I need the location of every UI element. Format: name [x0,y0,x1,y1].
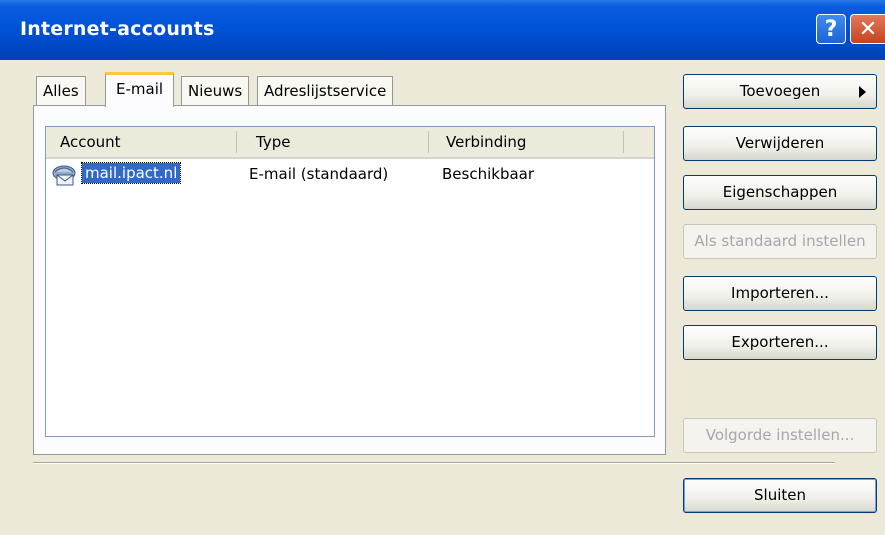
set-order-button[interactable]: Volgorde instellen... [683,418,877,453]
tab-alles[interactable]: Alles [36,76,86,105]
set-default-button[interactable]: Als standaard instellen [683,224,877,259]
close-button[interactable]: Sluiten [683,478,877,513]
remove-button-label: Verwijderen [735,134,825,152]
remove-button[interactable]: Verwijderen [683,126,877,161]
tab-adreslijstservice[interactable]: Adreslijstservice [257,76,394,105]
tab-nieuws[interactable]: Nieuws [181,76,250,105]
close-window-button[interactable]: ✕ [850,14,885,44]
close-button-label: Sluiten [754,486,806,504]
set-order-button-label: Volgorde instellen... [705,426,855,444]
mail-account-icon [52,165,76,186]
accounts-list[interactable]: Account Type Verbinding mail.ipact.nl E-… [45,126,655,437]
account-connection: Beschikbaar [442,165,535,183]
column-divider[interactable] [428,131,429,153]
list-header: Account Type Verbinding [46,127,654,159]
column-header-type[interactable]: Type [256,133,290,151]
title-bar[interactable]: Internet-accounts ? ✕ [0,0,885,60]
table-row[interactable]: mail.ipact.nl E-mail (standaard) Beschik… [46,161,654,189]
set-default-button-label: Als standaard instellen [694,232,866,250]
window-title: Internet-accounts [20,18,215,40]
export-button[interactable]: Exporteren... [683,325,877,360]
tab-label: Alles [43,82,79,100]
import-button-label: Importeren... [731,284,829,302]
divider [33,462,835,464]
tab-e-mail[interactable]: E-mail [105,72,175,107]
properties-button[interactable]: Eigenschappen [683,175,877,210]
help-button[interactable]: ? [816,14,846,44]
column-header-account[interactable]: Account [60,133,121,151]
tab-label: Nieuws [188,82,243,100]
column-header-verbinding[interactable]: Verbinding [446,133,526,151]
tab-label: E-mail [116,80,164,98]
import-button[interactable]: Importeren... [683,276,877,311]
export-button-label: Exporteren... [731,333,829,351]
tab-label: Adreslijstservice [264,82,387,100]
column-divider[interactable] [236,131,237,153]
properties-button-label: Eigenschappen [722,183,838,201]
account-type: E-mail (standaard) [249,165,389,183]
submenu-arrow-icon [859,86,866,98]
add-button[interactable]: Toevoegen [683,74,877,109]
column-divider[interactable] [623,131,624,153]
add-button-label: Toevoegen [739,82,821,100]
account-name[interactable]: mail.ipact.nl [80,162,182,184]
